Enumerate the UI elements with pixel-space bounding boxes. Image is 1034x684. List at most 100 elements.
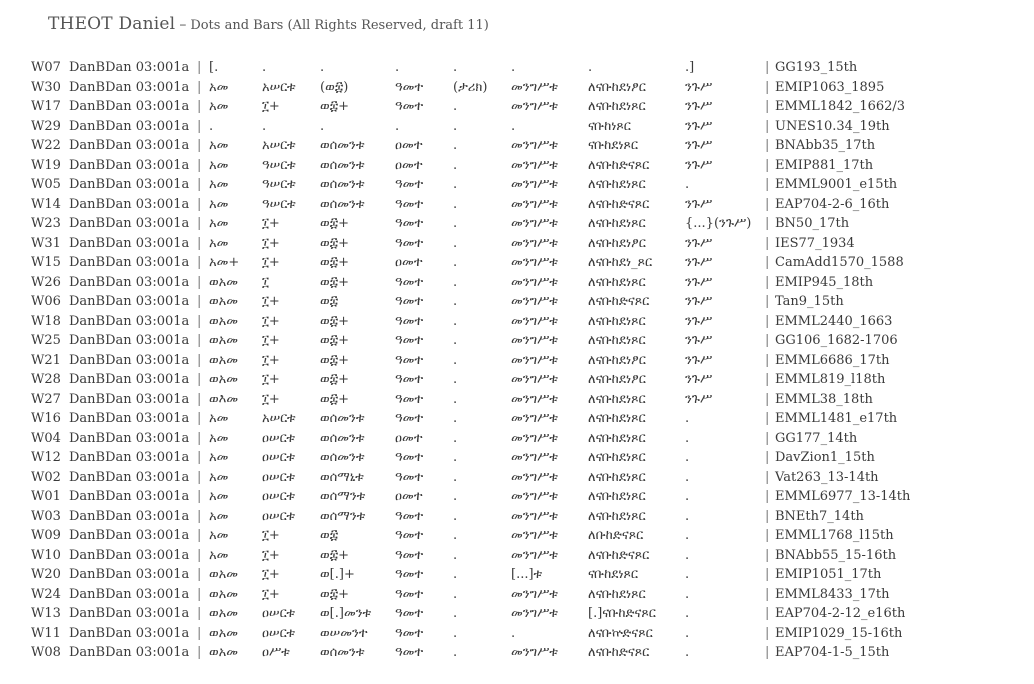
witness-id: W15 xyxy=(31,255,61,271)
reading-cell: ዐመተ xyxy=(395,489,423,505)
reading-cell: መንግሥቱ xyxy=(511,645,558,661)
column-separator: | xyxy=(765,196,770,212)
reading-cell: ዓመተ xyxy=(395,469,424,485)
column-separator: | xyxy=(765,216,770,232)
passage-reference: DanBDan 03:001a xyxy=(69,118,190,134)
reading-cell: . xyxy=(453,352,458,368)
manuscript-siglum: EMML2440_1663 xyxy=(775,313,893,329)
column-separator: | xyxy=(197,391,202,407)
reading-cell: ወሰመንቱ xyxy=(320,157,365,173)
reading-cell: ንጉሥ xyxy=(685,79,713,95)
reading-cell: . xyxy=(453,391,458,407)
reading-cell: . xyxy=(320,60,325,75)
passage-reference: DanBDan 03:001a xyxy=(69,645,190,661)
column-separator: | xyxy=(765,391,770,407)
reading-cell: ለናቡከደነጾር xyxy=(588,411,646,427)
passage-reference: DanBDan 03:001a xyxy=(69,450,190,466)
column-separator: | xyxy=(765,372,770,388)
column-separator: | xyxy=(197,99,202,115)
column-separator: | xyxy=(765,99,770,115)
manuscript-siglum: EMML819_l18th xyxy=(775,372,886,388)
manuscript-siglum: EMML1842_1662/3 xyxy=(775,99,906,115)
reading-cell: ለናቡከደነፆር xyxy=(588,372,646,388)
reading-cell: . xyxy=(453,567,458,583)
witness-id: W21 xyxy=(31,352,61,368)
table-row: W28 DanBDan 03:001a | ወአመ ፲+ ወ፰+ ዓመተ. መንግሥቱ ለናቡከ… xyxy=(0,370,1034,390)
column-separator: | xyxy=(765,313,770,329)
passage-reference: DanBDan 03:001a xyxy=(69,528,190,544)
column-separator: | xyxy=(765,430,770,446)
reading-cell: አመ xyxy=(209,79,229,95)
column-separator: | xyxy=(197,235,202,251)
reading-cell: ወ[.]+ xyxy=(320,567,355,583)
reading-cell: ለናቡከድናጾር xyxy=(588,196,650,212)
reading-cell: ወአመ xyxy=(209,606,239,622)
reading-cell: ዓመተ xyxy=(395,391,424,407)
witness-id: W09 xyxy=(31,528,61,544)
reading-cell: መንግሥቱ xyxy=(511,352,558,368)
reading-cell: መንግሥቱ xyxy=(511,508,558,524)
reading-cell: ለናቡከደነ_ጾር xyxy=(588,255,653,271)
reading-cell: ፲ xyxy=(262,274,269,290)
manuscript-siglum: EAP704-2-12_e16th xyxy=(775,606,906,622)
column-separator: | xyxy=(197,313,202,329)
reading-cell: ለናቡከደነጾር xyxy=(588,469,646,485)
reading-cell: . xyxy=(453,138,458,154)
manuscript-siglum: GG193_15th xyxy=(775,60,858,75)
reading-cell: ወአመ xyxy=(209,586,239,602)
reading-cell: አመ xyxy=(209,99,229,115)
manuscript-siglum: EMIP945_18th xyxy=(775,274,874,290)
passage-reference: DanBDan 03:001a xyxy=(69,177,190,193)
reading-cell: ለናቡከድናጾር xyxy=(588,645,650,661)
reading-cell: መንግሥቱ xyxy=(511,333,558,349)
witness-id: W05 xyxy=(31,177,61,193)
reading-cell: . xyxy=(453,255,458,271)
reading-cell: ፲+ xyxy=(262,352,280,368)
reading-cell: አመ xyxy=(209,177,229,193)
witness-id: W19 xyxy=(31,157,61,173)
reading-cell: ለናቡከድናጾር xyxy=(588,547,650,563)
reading-cell: ፲+ xyxy=(262,216,280,232)
reading-cell: አመ xyxy=(209,411,229,427)
reading-cell: ወሰማንቱ xyxy=(320,489,366,505)
reading-cell: ወሰማንቱ xyxy=(320,508,366,524)
reading-cell: መንግሥቱ xyxy=(511,547,558,563)
reading-cell: ወ፰+ xyxy=(320,274,350,290)
column-separator: | xyxy=(197,79,202,95)
table-row: W07 DanBDan 03:001a | [........] | GG193_15th xyxy=(0,58,1034,78)
witness-id: W30 xyxy=(31,79,61,95)
manuscript-siglum: BNAbb55_15-16th xyxy=(775,547,897,563)
reading-cell: ለናቡከደነጾር xyxy=(588,450,646,466)
column-separator: | xyxy=(197,157,202,173)
table-row: W20 DanBDan 03:001a | ወአመ ፲+ ወ[.]+ ዓመተ. [...]ቱ ና… xyxy=(0,565,1034,585)
reading-cell: ዐመተ xyxy=(395,430,423,446)
witness-id: W28 xyxy=(31,372,61,388)
reading-cell: ወ፰+ xyxy=(320,99,350,115)
reading-cell: ወሰመንቱ xyxy=(320,138,365,154)
passage-reference: DanBDan 03:001a xyxy=(69,60,190,75)
witness-id: W17 xyxy=(31,99,61,115)
reading-cell: . xyxy=(453,489,458,505)
reading-cell: ወ፰+ xyxy=(320,372,350,388)
table-row: W26 DanBDan 03:001a | ወአመ ፲ ወ፰+ ዓመተ. መንግሥቱ ለናቡከደ… xyxy=(0,273,1034,293)
reading-cell: ዓመተ xyxy=(395,450,424,466)
manuscript-siglum: Vat263_13-14th xyxy=(775,469,879,485)
table-row: W16 DanBDan 03:001a | አመ አሠርቱ ወሰመንቱ ዓመተ. መንግሥቱ ለ… xyxy=(0,409,1034,429)
reading-cell: . xyxy=(511,60,516,75)
reading-cell: ፲+ xyxy=(262,99,280,115)
reading-cell: . xyxy=(685,586,690,602)
reading-cell: ለናቡከደነጾር xyxy=(588,586,646,602)
reading-cell: መንግሥቱ xyxy=(511,255,558,271)
table-row: W14 DanBDan 03:001a | አመ ዓሠርቱ ወሰመንቱ ዓመተ. መንግሥቱ ለ… xyxy=(0,195,1034,215)
reading-cell: ወአመ xyxy=(209,645,239,661)
column-separator: | xyxy=(765,528,770,544)
passage-reference: DanBDan 03:001a xyxy=(69,547,190,563)
reading-cell: . xyxy=(588,60,593,75)
table-row: W01 DanBDan 03:001a | አመ ዐሠርቱ ወሰማንቱ ዐመተ. መንግሥቱ ለ… xyxy=(0,487,1034,507)
reading-cell: ዓሠርቱ xyxy=(262,177,296,193)
column-separator: | xyxy=(197,645,202,661)
reading-cell: ለናቡከደነጾር xyxy=(588,99,646,115)
document-title: THEOT Daniel – Dots and Bars (All Rights R… xyxy=(48,14,489,34)
reading-cell: ንጉሥ xyxy=(685,372,713,388)
reading-cell: ዓመተ xyxy=(395,216,424,232)
